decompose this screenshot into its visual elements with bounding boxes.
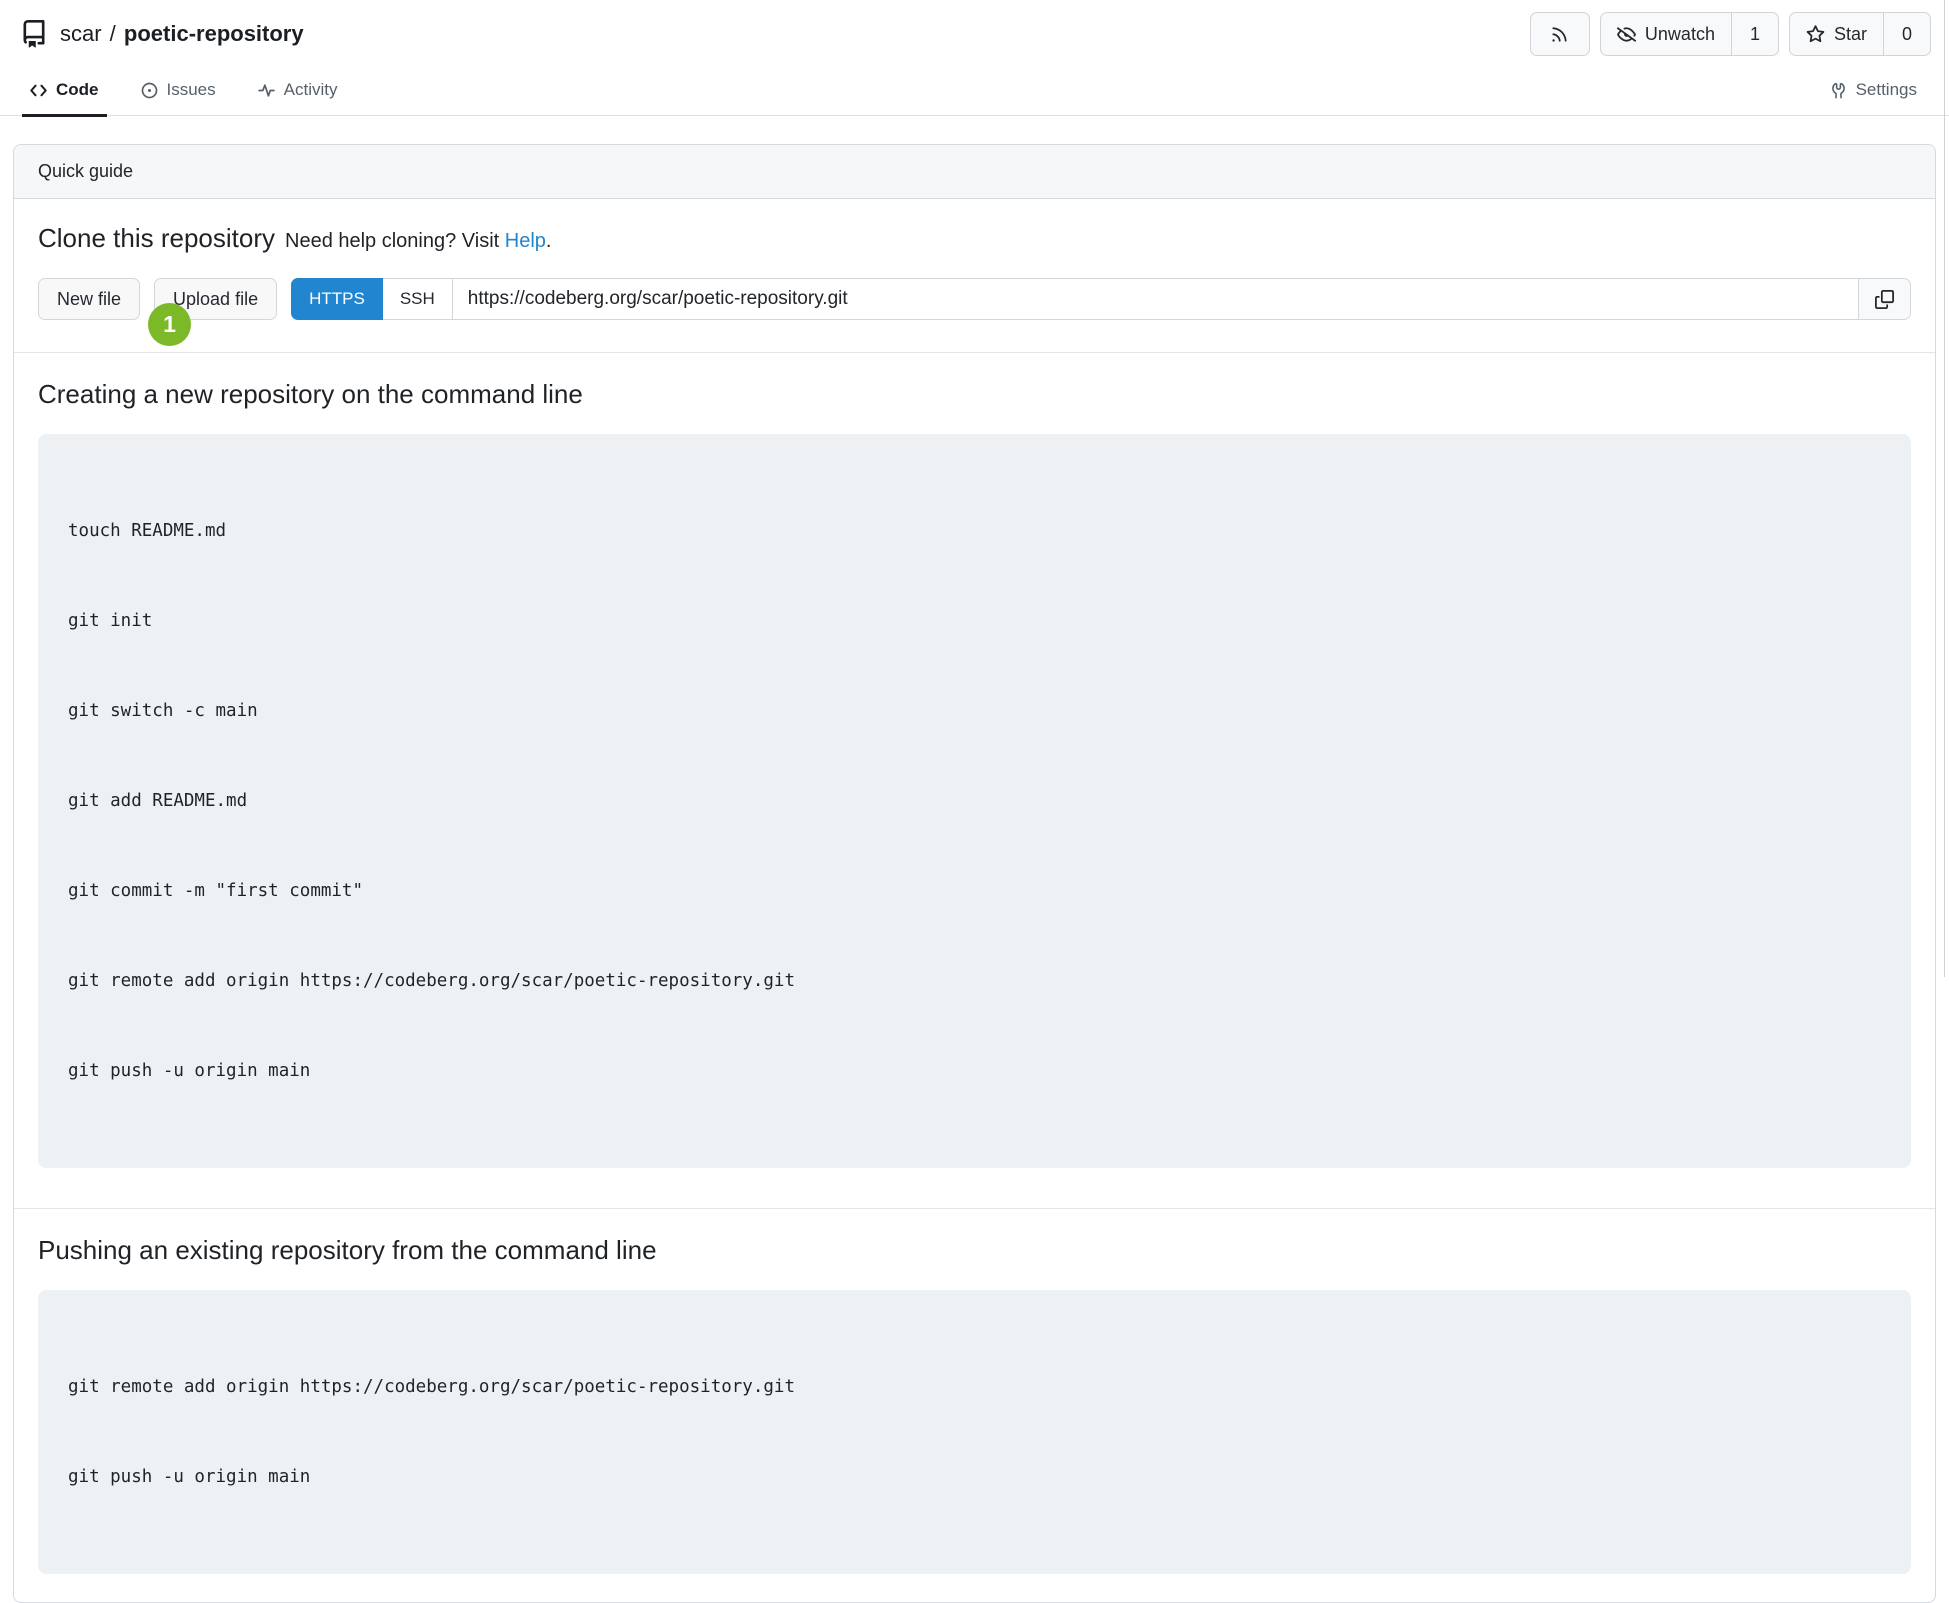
- repo-action-buttons: Unwatch 1 Star 0: [1530, 12, 1931, 56]
- rss-button[interactable]: [1530, 12, 1590, 56]
- clone-help-text: Need help cloning? Visit Help.: [285, 230, 551, 253]
- copy-icon: [1875, 290, 1894, 309]
- repo-owner-link[interactable]: scar: [60, 21, 102, 46]
- eye-off-icon: [1617, 25, 1636, 44]
- tab-settings[interactable]: Settings: [1822, 80, 1925, 115]
- new-file-button[interactable]: New file: [38, 278, 140, 320]
- repo-header: scar / poetic-repository Unwatch 1: [0, 0, 1949, 64]
- copy-url-button[interactable]: [1859, 278, 1911, 320]
- creating-repo-heading: Creating a new repository on the command…: [38, 379, 1911, 410]
- clone-controls: New file Upload file 1 HTTPS SSH: [38, 278, 1911, 320]
- repo-title: scar / poetic-repository: [20, 20, 304, 48]
- creating-repo-section: Creating a new repository on the command…: [14, 353, 1935, 1208]
- star-icon: [1806, 25, 1825, 44]
- pulse-icon: [258, 82, 275, 99]
- watch-button-group: Unwatch 1: [1600, 12, 1779, 56]
- watchers-count[interactable]: 1: [1731, 13, 1778, 55]
- pushing-repo-section: Pushing an existing repository from the …: [14, 1208, 1935, 1602]
- wrench-tools-icon: [1830, 82, 1847, 99]
- code-line: git add README.md: [68, 786, 1881, 816]
- creating-repo-code-block: touch README.md git init git switch -c m…: [38, 434, 1911, 1168]
- rss-icon: [1531, 13, 1589, 55]
- code-icon: [30, 82, 47, 99]
- clone-heading: Clone this repository Need help cloning?…: [38, 223, 1911, 254]
- unwatch-button[interactable]: Unwatch: [1601, 13, 1731, 55]
- ssh-toggle-button[interactable]: SSH: [383, 278, 452, 320]
- clone-heading-text: Clone this repository: [38, 223, 275, 254]
- pushing-repo-heading: Pushing an existing repository from the …: [38, 1235, 1911, 1266]
- pushing-repo-code-block: git remote add origin https://codeberg.o…: [38, 1290, 1911, 1574]
- star-button-group: Star 0: [1789, 12, 1931, 56]
- tab-issues-label: Issues: [167, 80, 216, 100]
- clone-section: Clone this repository Need help cloning?…: [14, 199, 1935, 353]
- code-line: git push -u origin main: [68, 1462, 1881, 1492]
- annotation-marker-1: 1: [148, 303, 191, 346]
- star-label: Star: [1834, 24, 1867, 45]
- scrollbar-edge[interactable]: [1944, 0, 1945, 977]
- tab-activity-label: Activity: [284, 80, 338, 100]
- https-toggle-button[interactable]: HTTPS: [291, 278, 383, 320]
- repo-title-separator: /: [102, 21, 124, 46]
- code-line: touch README.md: [68, 516, 1881, 546]
- star-button[interactable]: Star: [1790, 13, 1883, 55]
- quick-guide-panel: Quick guide Clone this repository Need h…: [13, 144, 1936, 1603]
- code-line: git init: [68, 606, 1881, 636]
- unwatch-label: Unwatch: [1645, 24, 1715, 45]
- code-line: git switch -c main: [68, 696, 1881, 726]
- issue-circle-icon: [141, 82, 158, 99]
- tab-settings-label: Settings: [1856, 80, 1917, 100]
- help-link[interactable]: Help: [505, 230, 546, 252]
- tab-code-label: Code: [56, 80, 99, 100]
- stars-count[interactable]: 0: [1883, 13, 1930, 55]
- clone-url-input[interactable]: [452, 278, 1859, 320]
- repo-name-link[interactable]: poetic-repository: [124, 21, 304, 46]
- tab-code[interactable]: Code: [22, 80, 107, 115]
- code-line: git remote add origin https://codeberg.o…: [68, 966, 1881, 996]
- code-line: git remote add origin https://codeberg.o…: [68, 1372, 1881, 1402]
- repo-book-icon: [20, 20, 48, 48]
- code-line: git push -u origin main: [68, 1056, 1881, 1086]
- clone-url-group: HTTPS SSH: [291, 278, 1911, 320]
- quick-guide-title: Quick guide: [38, 161, 133, 181]
- quick-guide-header: Quick guide: [14, 145, 1935, 199]
- tab-activity[interactable]: Activity: [250, 80, 346, 115]
- code-line: git commit -m "first commit": [68, 876, 1881, 906]
- tab-issues[interactable]: Issues: [133, 80, 224, 115]
- repo-tabbar: Code Issues Activity Settings: [0, 64, 1949, 116]
